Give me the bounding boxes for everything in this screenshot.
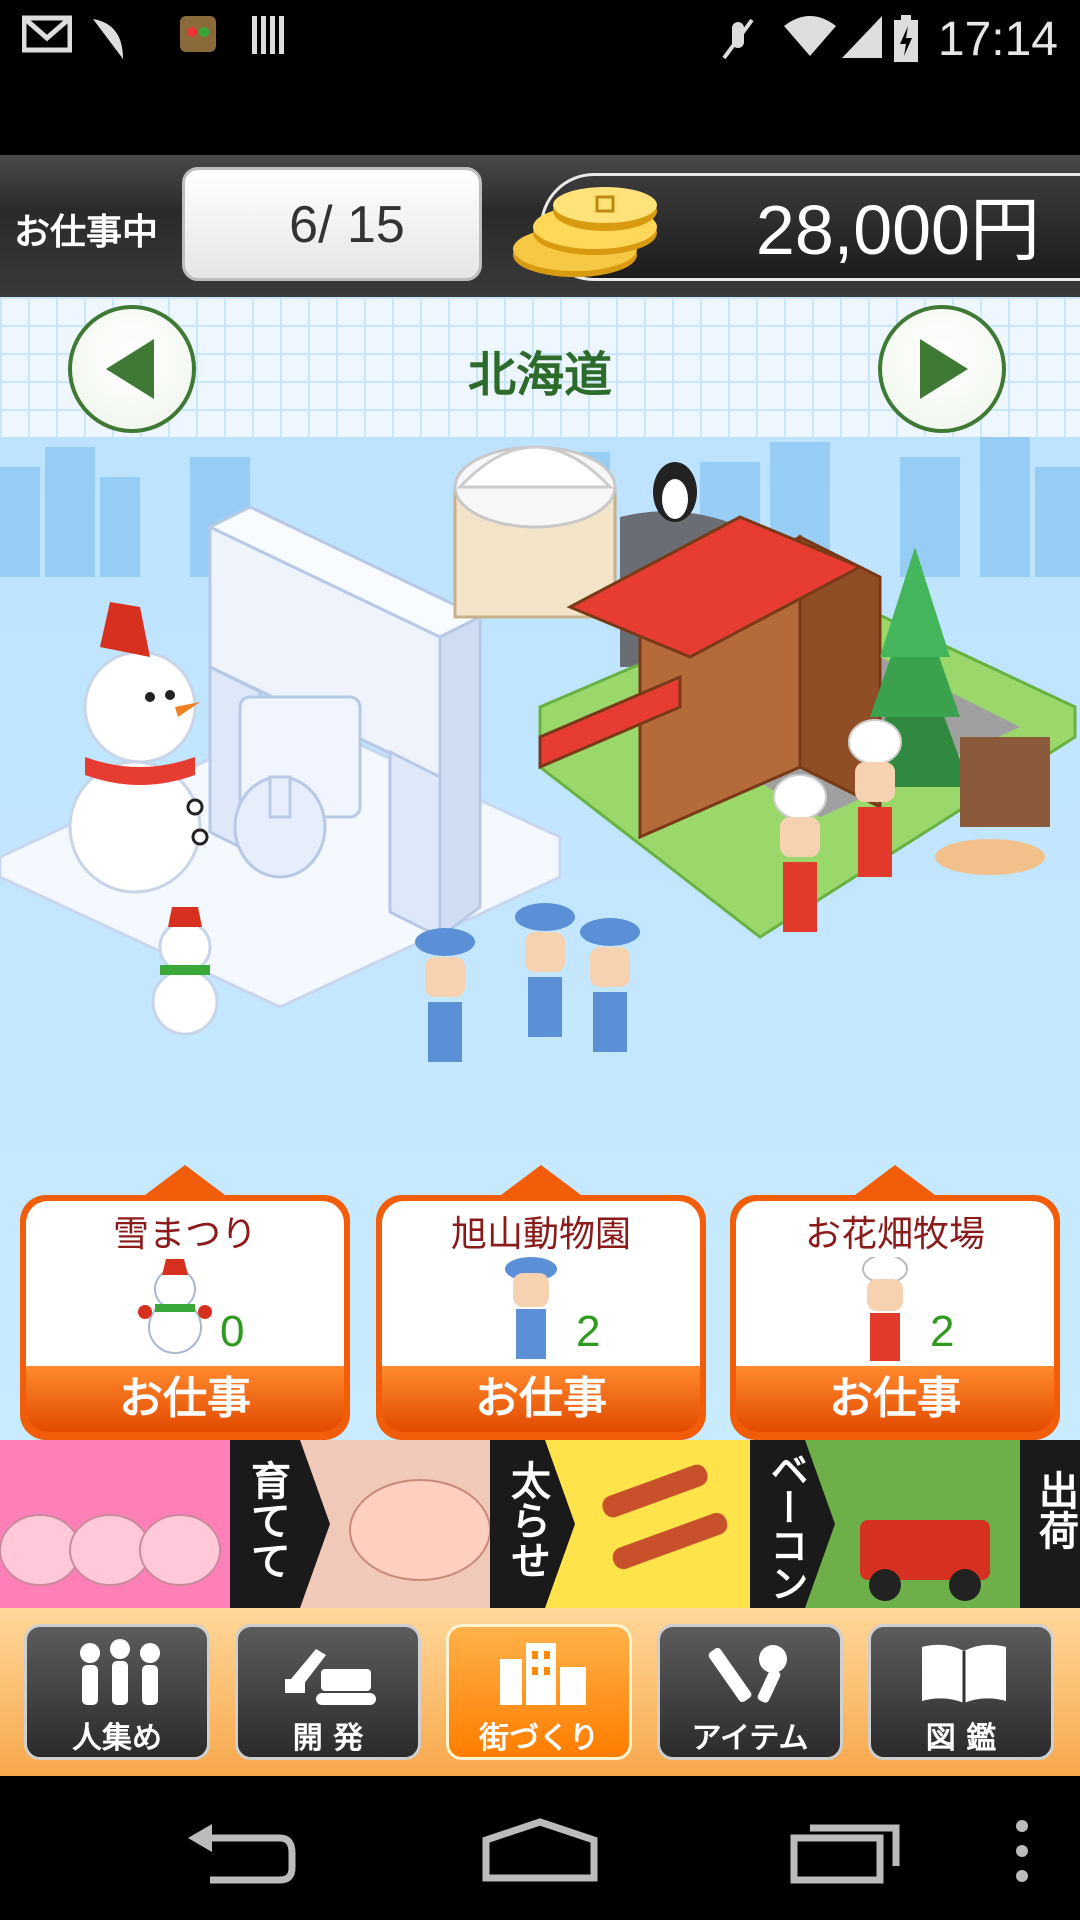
job-worker-count: 2: [930, 1307, 955, 1356]
banner-text-ship: 出荷: [1032, 1470, 1078, 1550]
status-bar: 17:14: [0, 0, 1080, 80]
tab-label: 開 発: [292, 1721, 364, 1756]
banner-text-raise: 育てて: [244, 1460, 290, 1580]
wifi-icon: [782, 14, 838, 64]
tab-label: 人集め: [72, 1721, 162, 1756]
tab-encyclopedia[interactable]: 図 鑑: [868, 1624, 1054, 1760]
area-navigation: 北海道: [0, 297, 1080, 437]
tools-icon: [708, 1645, 787, 1703]
banner-text-fatten: 太らせ: [504, 1460, 550, 1580]
game-icon: [178, 14, 218, 64]
signal-icon: [840, 14, 884, 64]
battery-icon: [892, 14, 920, 64]
home-icon[interactable]: [480, 1816, 600, 1886]
book-icon: [922, 1644, 1006, 1703]
job-counter: 6/ 15: [182, 167, 482, 281]
card-pointer: [501, 1165, 581, 1195]
chef-icon: [862, 1257, 908, 1361]
tab-recruit[interactable]: 人集め: [24, 1624, 210, 1760]
clock: 17:14: [937, 13, 1058, 66]
job-title: 旭山動物園: [450, 1214, 631, 1255]
buildings-icon: [500, 1643, 586, 1705]
card-pointer: [145, 1165, 225, 1195]
left-arrow-icon: [106, 339, 154, 399]
tab-label: アイテム: [691, 1721, 809, 1756]
right-arrow-icon: [920, 339, 968, 399]
job-worker-count: 2: [576, 1307, 601, 1356]
excavator-icon: [285, 1649, 376, 1705]
menu-icon[interactable]: [1010, 1816, 1034, 1886]
gmail-icon: [21, 14, 73, 64]
tab-label: 図 鑑: [925, 1721, 997, 1756]
worker-icon: [505, 1257, 557, 1359]
job-card-asahiyama-zoo[interactable]: 旭山動物園 2 お仕事: [376, 1165, 706, 1440]
job-card-snow-festival[interactable]: 雪まつり 0 お仕事: [20, 1165, 350, 1440]
bottom-tab-bar: 人集め 開 発 街づくり アイテム 図 鑑: [0, 1608, 1080, 1776]
job-counter-value: 6/ 15: [289, 196, 405, 254]
job-card-flower-farm[interactable]: お花畑牧場 2 お仕事: [730, 1165, 1060, 1440]
job-title: お花畑牧場: [804, 1214, 985, 1255]
job-title: 雪まつり: [112, 1214, 257, 1255]
people-icon: [80, 1639, 160, 1705]
system-navigation-bar: [0, 1776, 1080, 1920]
top-header: お仕事中 6/ 15 28,000円: [0, 155, 1080, 297]
banner-text-bacon: ベーコン: [764, 1450, 808, 1602]
ad-banner[interactable]: 育てて 太らせ ベーコン 出荷: [0, 1440, 1080, 1608]
tab-items[interactable]: アイテム: [657, 1624, 843, 1760]
tab-town-building[interactable]: 街づくり: [446, 1624, 632, 1760]
money-value: 28,000円: [755, 191, 1040, 269]
job-button[interactable]: お仕事: [382, 1366, 700, 1432]
tab-label: 街づくり: [479, 1721, 599, 1756]
job-worker-count: 0: [220, 1307, 245, 1356]
area-name: 北海道: [467, 347, 612, 403]
prev-area-button[interactable]: [68, 305, 196, 433]
barcode-icon: [250, 14, 290, 64]
mute-icon: [718, 14, 758, 64]
card-pointer: [855, 1165, 935, 1195]
feather-icon: [88, 14, 128, 64]
job-button[interactable]: お仕事: [736, 1366, 1054, 1432]
job-button[interactable]: お仕事: [26, 1366, 344, 1432]
snowman-icon: [138, 1259, 212, 1354]
tab-develop[interactable]: 開 発: [235, 1624, 421, 1760]
next-area-button[interactable]: [878, 305, 1006, 433]
recents-icon[interactable]: [788, 1816, 908, 1886]
back-icon[interactable]: [180, 1818, 300, 1888]
working-label: お仕事中: [14, 212, 159, 253]
